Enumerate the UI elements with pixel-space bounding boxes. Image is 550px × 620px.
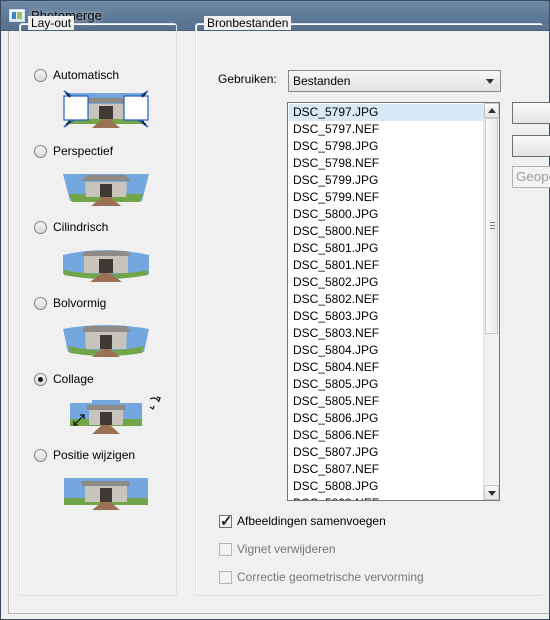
use-dropdown-value: Bestanden	[293, 74, 351, 88]
scroll-thumb[interactable]	[485, 118, 498, 334]
file-list-item[interactable]: DSC_5801.JPG	[289, 240, 485, 257]
layout-group-label: Lay-out	[28, 16, 75, 30]
rotate-arrow-icon	[149, 396, 161, 410]
merge-images-label: Afbeeldingen samenvoegen	[237, 514, 386, 528]
file-list-item[interactable]: DSC_5800.JPG	[289, 206, 485, 223]
layout-option-perspective[interactable]: Perspectief	[34, 141, 113, 161]
cylindrical-radio[interactable]	[34, 220, 47, 234]
file-list-item[interactable]: DSC_5806.JPG	[289, 410, 485, 427]
file-list-item[interactable]: DSC_5808.NEF	[289, 495, 485, 500]
geometric-distortion-label: Correctie geometrische vervorming	[237, 570, 424, 584]
file-list-item[interactable]: DSC_5802.NEF	[289, 291, 485, 308]
photomerge-window: Photomerge Lay-out Automatisch Perspecti…	[0, 0, 550, 620]
source-files-label: Bronbestanden	[204, 16, 292, 30]
vignette-removal-checkbox[interactable]	[219, 542, 232, 556]
scroll-grip-icon	[490, 222, 495, 230]
layout-option-cylindrical[interactable]: Cilindrisch	[34, 217, 108, 237]
file-list-item[interactable]: DSC_5804.NEF	[289, 359, 485, 376]
geometric-distortion-option[interactable]: Correctie geometrische vervorming	[219, 568, 424, 586]
scroll-up-button[interactable]	[484, 103, 499, 118]
layout-option-spherical[interactable]: Bolvormig	[34, 293, 106, 313]
file-list-item[interactable]: DSC_5797.JPG	[289, 104, 485, 121]
scroll-down-button[interactable]	[484, 485, 499, 500]
layout-option-automatic[interactable]: Automatisch	[34, 65, 119, 85]
up-arrow-icon	[488, 108, 496, 113]
reposition-preview-icon	[64, 478, 148, 510]
file-list-item[interactable]: DSC_5803.JPG	[289, 308, 485, 325]
perspective-radio[interactable]	[34, 144, 47, 158]
down-arrow-icon	[488, 491, 496, 496]
file-list-item[interactable]: DSC_5808.JPG	[289, 478, 485, 495]
spherical-label: Bolvormig	[53, 296, 107, 310]
use-dropdown[interactable]: Bestanden	[288, 70, 501, 92]
file-list-item[interactable]: DSC_5800.NEF	[289, 223, 485, 240]
spherical-radio[interactable]	[34, 296, 47, 310]
cylindrical-label: Cilindrisch	[53, 220, 109, 234]
file-list-item[interactable]: DSC_5807.JPG	[289, 444, 485, 461]
file-list-item[interactable]: DSC_5803.NEF	[289, 325, 485, 342]
vignette-removal-option[interactable]: Vignet verwijderen	[219, 540, 336, 558]
layout-option-collage[interactable]: Collage	[34, 369, 94, 389]
automatic-label: Automatisch	[53, 68, 120, 82]
reposition-label: Positie wijzigen	[53, 448, 136, 462]
collage-radio[interactable]	[34, 372, 47, 386]
perspective-preview-icon	[63, 174, 149, 206]
file-list-item[interactable]: DSC_5798.NEF	[289, 155, 485, 172]
file-list-item[interactable]: DSC_5805.NEF	[289, 393, 485, 410]
file-list-item[interactable]: DSC_5799.JPG	[289, 172, 485, 189]
file-list-item[interactable]: DSC_5805.JPG	[289, 376, 485, 393]
side-button-middle[interactable]	[512, 135, 550, 157]
file-list-item[interactable]: DSC_5799.NEF	[289, 189, 485, 206]
file-list-item[interactable]: DSC_5802.JPG	[289, 274, 485, 291]
geometric-distortion-checkbox[interactable]	[219, 570, 232, 584]
file-list-item[interactable]: DSC_5797.NEF	[289, 121, 485, 138]
layout-option-reposition[interactable]: Positie wijzigen	[34, 445, 135, 465]
open-files-button[interactable]: Geope	[512, 166, 550, 188]
file-list-item[interactable]: DSC_5807.NEF	[289, 461, 485, 478]
file-list-item[interactable]: DSC_5801.NEF	[289, 257, 485, 274]
reposition-radio[interactable]	[34, 448, 47, 462]
move-arrow-icon	[73, 414, 85, 426]
cylindrical-preview-icon	[63, 250, 149, 282]
file-list-item[interactable]: DSC_5806.NEF	[289, 427, 485, 444]
file-list: DSC_5797.JPG DSC_5797.NEF DSC_5798.JPG DSC_…	[289, 104, 485, 500]
file-list-scrollbar[interactable]	[483, 103, 499, 500]
chevron-down-icon	[486, 79, 494, 84]
file-list-item[interactable]: DSC_5804.JPG	[289, 342, 485, 359]
collage-label: Collage	[53, 372, 94, 386]
vignette-removal-label: Vignet verwijderen	[237, 542, 336, 556]
photomerge-icon	[9, 9, 25, 22]
side-button-top[interactable]	[512, 102, 550, 124]
file-listbox[interactable]: DSC_5797.JPG DSC_5797.NEF DSC_5798.JPG DSC_…	[287, 102, 500, 501]
layout-group: Lay-out Automatisch Perspectief Cilindri…	[19, 16, 177, 596]
use-label: Gebruiken:	[218, 72, 277, 86]
merge-images-option[interactable]: Afbeeldingen samenvoegen	[219, 512, 386, 530]
perspective-label: Perspectief	[53, 144, 114, 158]
automatic-preview-icon	[60, 88, 152, 130]
merge-images-checkbox[interactable]	[219, 512, 233, 530]
file-list-item[interactable]: DSC_5798.JPG	[289, 138, 485, 155]
spherical-preview-icon	[63, 325, 149, 357]
automatic-radio[interactable]	[34, 68, 47, 82]
